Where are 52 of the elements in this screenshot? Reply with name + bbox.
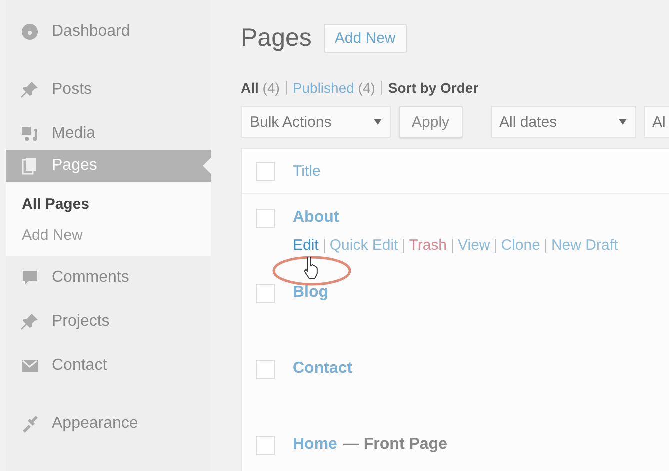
speech-bubble-icon xyxy=(20,268,40,288)
submenu-item[interactable]: All Pages xyxy=(22,196,211,213)
sidebar-item[interactable]: Posts xyxy=(6,74,211,106)
sidebar-label: Pages xyxy=(52,157,98,175)
sidebar-item[interactable]: Appearance xyxy=(6,408,211,440)
row-action-link[interactable]: View xyxy=(458,237,490,254)
sidebar-label: Comments xyxy=(52,269,130,287)
sidebar-label: Contact xyxy=(52,357,108,375)
sidebar-label: Media xyxy=(52,125,96,143)
row-action-link[interactable]: Trash xyxy=(409,237,448,254)
sidebar-item[interactable]: Comments xyxy=(6,262,211,294)
current-pointer xyxy=(203,158,211,174)
sort-link[interactable]: Sort by Order xyxy=(388,80,479,96)
title-column-header[interactable]: Title xyxy=(293,162,321,180)
row-action-link[interactable]: Clone xyxy=(501,237,540,254)
apply-button[interactable]: Apply xyxy=(399,106,463,138)
sidebar-label: Projects xyxy=(52,313,110,331)
checkbox[interactable] xyxy=(256,162,275,180)
checkbox[interactable] xyxy=(256,284,275,303)
row-action-link[interactable]: Edit xyxy=(293,237,319,254)
page-title: Pages xyxy=(241,24,312,53)
status-filter-link[interactable]: All (4) xyxy=(241,80,280,96)
page-title-link[interactable]: About xyxy=(293,209,340,227)
dates-select[interactable]: All dates xyxy=(490,106,636,138)
media-icon xyxy=(20,124,40,144)
status-filter-link[interactable]: Published (4) xyxy=(292,80,376,96)
checkbox[interactable] xyxy=(256,436,275,455)
checkbox[interactable] xyxy=(256,209,275,228)
sidebar-item[interactable]: Media xyxy=(6,118,211,150)
pushpin-icon xyxy=(20,80,40,100)
page-state: — Front Page xyxy=(343,436,448,454)
caret-icon xyxy=(374,119,382,125)
checkbox[interactable] xyxy=(256,360,275,379)
submenu-item[interactable]: Add New xyxy=(22,227,211,244)
sidebar-item[interactable]: Projects xyxy=(6,306,211,338)
row-action-link[interactable]: Quick Edit xyxy=(330,237,398,254)
page-title-link[interactable]: Home xyxy=(293,436,338,454)
caret-icon xyxy=(618,119,627,125)
pushpin-icon xyxy=(20,312,40,332)
sidebar-item[interactable]: Contact xyxy=(6,350,211,382)
bulk-actions-select[interactable]: Bulk Actions xyxy=(241,106,391,138)
row-action-link[interactable]: New Draft xyxy=(551,237,618,254)
sidebar-item[interactable]: Dashboard xyxy=(6,16,211,48)
sidebar-label: Dashboard xyxy=(52,23,130,41)
filter-select[interactable]: Al xyxy=(644,106,669,138)
page-title-link[interactable]: Blog xyxy=(293,284,329,302)
page-title-link[interactable]: Contact xyxy=(293,360,353,378)
sidebar-label: Posts xyxy=(52,81,92,99)
sidebar-label: Appearance xyxy=(52,415,138,433)
hand-cursor-icon xyxy=(303,257,319,281)
sidebar-item[interactable]: Pages xyxy=(6,150,211,182)
add-new-button[interactable]: Add New xyxy=(324,24,407,53)
